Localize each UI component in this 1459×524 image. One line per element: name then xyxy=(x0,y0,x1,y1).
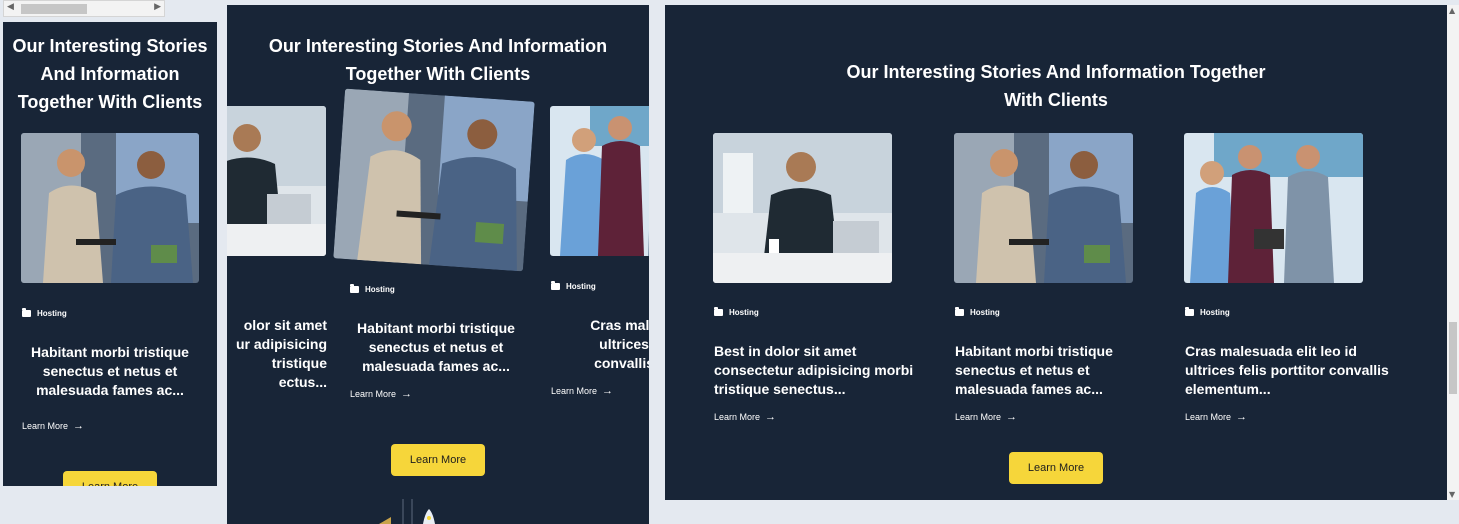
category-label[interactable]: Hosting xyxy=(551,281,596,291)
category-label[interactable]: Hosting xyxy=(22,308,67,318)
scroll-down-icon[interactable]: ▼ xyxy=(1449,490,1455,499)
businessman-at-desk-photo[interactable] xyxy=(227,106,326,256)
card-title[interactable]: olor sit amet ur adipisicing tristique e… xyxy=(227,316,327,392)
card-title[interactable]: Habitant morbi tristique senectus et net… xyxy=(955,342,1155,399)
scrollbar-thumb[interactable] xyxy=(21,4,87,14)
learn-more-link[interactable]: Learn More → xyxy=(714,411,776,423)
scroll-right-icon[interactable]: ▶ xyxy=(154,2,161,12)
card-title[interactable]: Best in dolor sit amet consectetur adipi… xyxy=(714,342,929,399)
card-title[interactable]: Cras malesuada elit leo id ultrices feli… xyxy=(1185,342,1415,399)
blog-card[interactable]: olor sit amet ur adipisicing tristique e… xyxy=(227,106,327,406)
blog-card-active[interactable]: Hosting Habitant morbi tristique senectu… xyxy=(333,88,535,412)
blog-section-tablet: Our Interesting Stories And Information … xyxy=(227,5,649,524)
arrow-right-icon: → xyxy=(602,385,614,397)
two-colleagues-with-tablet-photo[interactable] xyxy=(21,133,199,283)
section-title: Our Interesting Stories And Information … xyxy=(12,36,208,112)
folder-icon xyxy=(955,307,964,316)
horizontal-scrollbar[interactable]: ◀ ▶ xyxy=(3,0,165,17)
blog-card[interactable]: Hosting Cras malesuad ultrices felis con… xyxy=(550,106,649,406)
folder-icon xyxy=(714,307,723,316)
learn-more-link[interactable]: Learn More → xyxy=(1185,411,1247,423)
learn-more-button[interactable]: Learn More xyxy=(1009,452,1103,484)
scroll-up-icon[interactable]: ▲ xyxy=(1449,6,1455,15)
arrow-right-icon: → xyxy=(73,420,85,432)
category-label[interactable]: Hosting xyxy=(955,307,1000,317)
blog-card[interactable]: Hosting Habitant morbi tristique senectu… xyxy=(954,133,1154,433)
learn-more-link[interactable]: Learn More → xyxy=(955,411,1017,423)
section-title: Our Interesting Stories And Information … xyxy=(846,62,1266,110)
learn-more-button[interactable]: Learn More xyxy=(391,444,485,476)
category-label[interactable]: Hosting xyxy=(1185,307,1230,317)
card-title[interactable]: Cras malesuad ultrices felis convallis e… xyxy=(550,316,649,373)
two-colleagues-with-tablet-photo[interactable] xyxy=(333,88,535,272)
learn-more-button[interactable]: Learn More xyxy=(63,471,157,486)
blog-section-mobile: Our Interesting Stories And Information … xyxy=(3,22,217,486)
category-label[interactable]: Hosting xyxy=(714,307,759,317)
businessman-at-desk-photo[interactable] xyxy=(713,133,892,283)
arrow-right-icon: → xyxy=(765,411,777,423)
scroll-left-icon[interactable]: ◀ xyxy=(7,2,14,12)
blog-card[interactable]: Hosting Habitant morbi tristique senectu… xyxy=(21,133,201,433)
learn-more-link[interactable]: Learn More → xyxy=(22,420,84,432)
blog-card[interactable]: Hosting Best in dolor sit amet consectet… xyxy=(713,133,928,433)
category-label[interactable]: Hosting xyxy=(350,284,395,294)
rocket-icon xyxy=(377,499,437,524)
folder-icon xyxy=(551,281,560,290)
card-title[interactable]: Habitant morbi tristique senectus et net… xyxy=(21,343,199,400)
team-discussion-photo[interactable] xyxy=(1184,133,1363,283)
arrow-right-icon: → xyxy=(401,388,413,400)
learn-more-link[interactable]: Learn More → xyxy=(350,388,412,400)
scrollbar-thumb[interactable] xyxy=(1449,322,1457,394)
arrow-right-icon: → xyxy=(1006,411,1018,423)
folder-icon xyxy=(22,308,31,317)
arrow-right-icon: → xyxy=(1236,411,1248,423)
blog-section-desktop: Our Interesting Stories And Information … xyxy=(665,5,1447,500)
team-discussion-photo[interactable] xyxy=(550,106,649,256)
folder-icon xyxy=(350,284,359,293)
learn-more-link[interactable]: Learn More → xyxy=(551,385,613,397)
folder-icon xyxy=(1185,307,1194,316)
vertical-scrollbar[interactable]: ▲ ▼ xyxy=(1447,5,1459,500)
card-title[interactable]: Habitant morbi tristique senectus et net… xyxy=(346,319,526,376)
two-colleagues-with-tablet-photo[interactable] xyxy=(954,133,1133,283)
blog-card[interactable]: Hosting Cras malesuada elit leo id ultri… xyxy=(1184,133,1414,433)
section-title: Our Interesting Stories And Information … xyxy=(268,36,608,84)
